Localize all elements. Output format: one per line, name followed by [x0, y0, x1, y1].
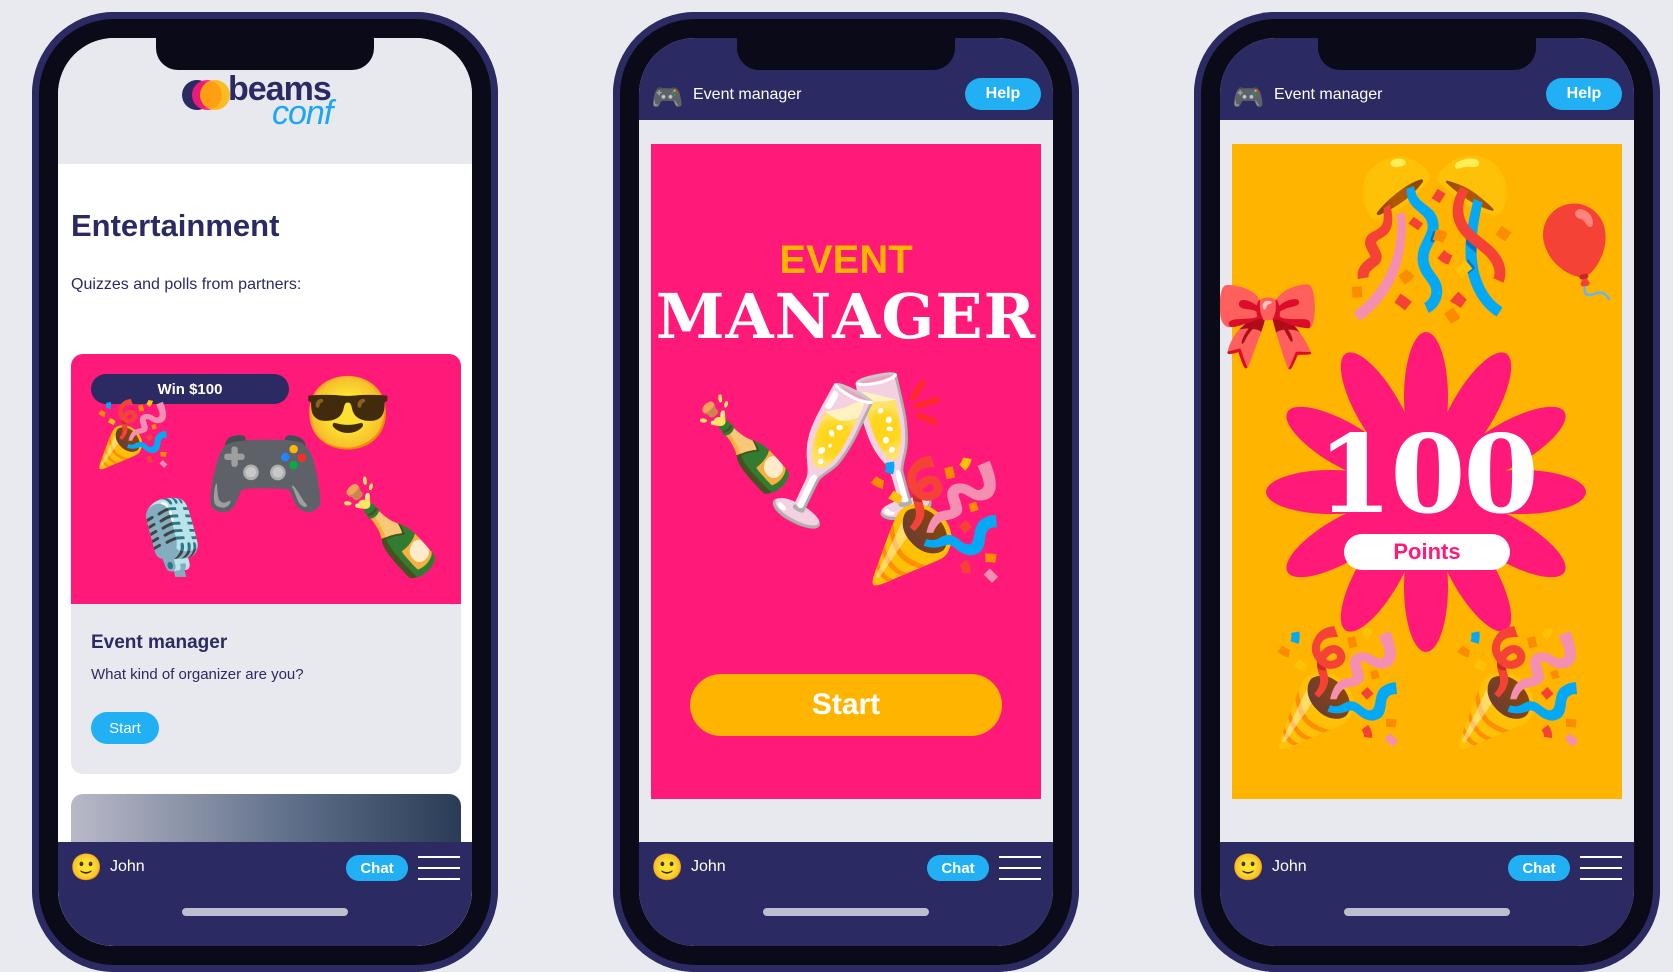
smiley-face-icon: 🙂: [651, 852, 684, 882]
points-label: Points: [1344, 534, 1510, 570]
screen: 🎮 Event manager Help 🎊 🎈 🎀 100 Points 🎉 …: [1220, 38, 1634, 946]
screen: 🎮 Event manager Help EVENT MANAGER 🍾 🥂 🎉…: [639, 38, 1053, 946]
phone-notch: [737, 38, 955, 70]
start-button[interactable]: Start: [690, 674, 1002, 736]
manager-heading: MANAGER: [655, 280, 1037, 353]
phone-event-manager-result: 🎮 Event manager Help 🎊 🎈 🎀 100 Points 🎉 …: [1194, 12, 1660, 972]
page-title: Entertainment: [71, 208, 280, 243]
event-heading: EVENT: [779, 238, 913, 282]
hamburger-menu-icon[interactable]: [418, 856, 460, 880]
header-title: Event manager: [693, 86, 802, 103]
hamburger-menu-icon[interactable]: [999, 856, 1041, 880]
page-subtitle: Quizzes and polls from partners:: [71, 276, 302, 293]
result-panel: 🎊 🎈 🎀 100 Points 🎉 🎉: [1220, 144, 1630, 799]
main-content: Entertainment Quizzes and polls from par…: [58, 164, 472, 946]
game-controller-icon: 🎮: [203, 418, 328, 530]
score-value: 100: [1317, 412, 1538, 538]
home-indicator[interactable]: [1344, 908, 1510, 916]
game-controller-icon: 🎮: [1232, 82, 1265, 112]
bottom-bar: 🙂 John Chat: [1220, 842, 1634, 946]
bells-icon: 🎊: [1340, 155, 1527, 323]
help-button[interactable]: Help: [1546, 78, 1622, 110]
start-button[interactable]: Start: [91, 712, 159, 744]
card-title: Event manager: [91, 632, 228, 653]
phone-notch: [156, 38, 374, 70]
event-intro-panel: EVENT MANAGER 🍾 🥂 🎉 Start: [651, 144, 1041, 799]
beams-conf-logo: beams conf: [182, 70, 352, 132]
card-image: Win $100 🎉 😎 🎮 🎙️ 🍾: [71, 354, 461, 604]
screen: beams conf Entertainment Quizzes and pol…: [58, 38, 472, 946]
phone-entertainment: beams conf Entertainment Quizzes and pol…: [32, 12, 498, 972]
party-popper-icon: 🎉: [93, 398, 173, 470]
party-popper-icon: 🎉: [861, 455, 1008, 587]
user-name: John: [691, 858, 726, 875]
party-popper-icon: 🎉: [1268, 625, 1408, 750]
game-controller-icon: 🎮: [651, 82, 684, 112]
balloon-icon: 🎈: [1520, 202, 1630, 301]
party-popper-icon: 🎉: [1448, 625, 1588, 750]
microphone-icon: 🎙️: [127, 498, 217, 578]
user-name: John: [1272, 858, 1307, 875]
phone-event-manager-intro: 🎮 Event manager Help EVENT MANAGER 🍾 🥂 🎉…: [613, 12, 1079, 972]
smiley-face-icon: 🙂: [1232, 852, 1265, 882]
chat-button[interactable]: Chat: [927, 855, 989, 881]
chat-button[interactable]: Chat: [346, 855, 408, 881]
card-description: What kind of organizer are you?: [91, 666, 304, 683]
logo-text: conf: [272, 94, 333, 132]
phone-notch: [1318, 38, 1536, 70]
help-button[interactable]: Help: [965, 78, 1041, 110]
header-title: Event manager: [1274, 86, 1383, 103]
home-indicator[interactable]: [182, 908, 348, 916]
quiz-card-event-manager[interactable]: Win $100 🎉 😎 🎮 🎙️ 🍾 Event manager What k…: [71, 354, 461, 774]
champagne-bottle-icon: 🍾: [333, 477, 448, 579]
smiley-face-icon: 🙂: [70, 852, 103, 882]
home-indicator[interactable]: [763, 908, 929, 916]
bottom-bar: 🙂 John Chat: [58, 842, 472, 946]
bottom-bar: 🙂 John Chat: [639, 842, 1053, 946]
user-name: John: [110, 858, 145, 875]
chat-button[interactable]: Chat: [1508, 855, 1570, 881]
hamburger-menu-icon[interactable]: [1580, 856, 1622, 880]
